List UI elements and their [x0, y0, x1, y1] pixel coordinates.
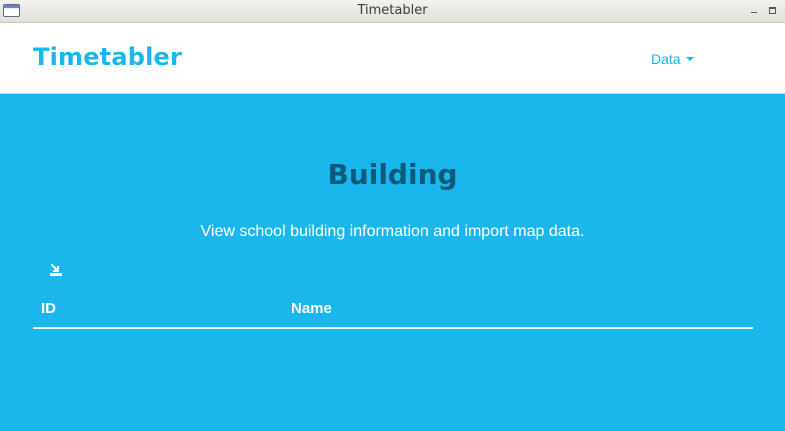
page-subtitle: View school building information and imp… [200, 223, 585, 240]
column-header-name[interactable]: Name [291, 300, 332, 317]
brand-logo[interactable]: Timetabler [33, 43, 182, 71]
minimize-icon[interactable] [749, 5, 759, 15]
maximize-icon[interactable] [767, 5, 777, 15]
window-titlebar: Timetabler [0, 0, 785, 23]
window-title: Timetabler [357, 3, 428, 18]
data-menu-label: Data [651, 51, 681, 67]
app-header: Timetabler Data [0, 23, 785, 94]
column-header-id[interactable]: ID [41, 300, 56, 317]
building-table-header: ID Name [33, 298, 753, 329]
caret-down-icon [685, 57, 694, 62]
data-menu-dropdown[interactable]: Data [651, 51, 694, 67]
page-title: Building [327, 158, 458, 191]
import-map-icon [50, 263, 62, 276]
app-window: Timetabler Timetabler Data Building View… [0, 0, 785, 431]
main-content: Building View school building informatio… [0, 94, 785, 431]
import-map-button[interactable] [48, 262, 64, 278]
